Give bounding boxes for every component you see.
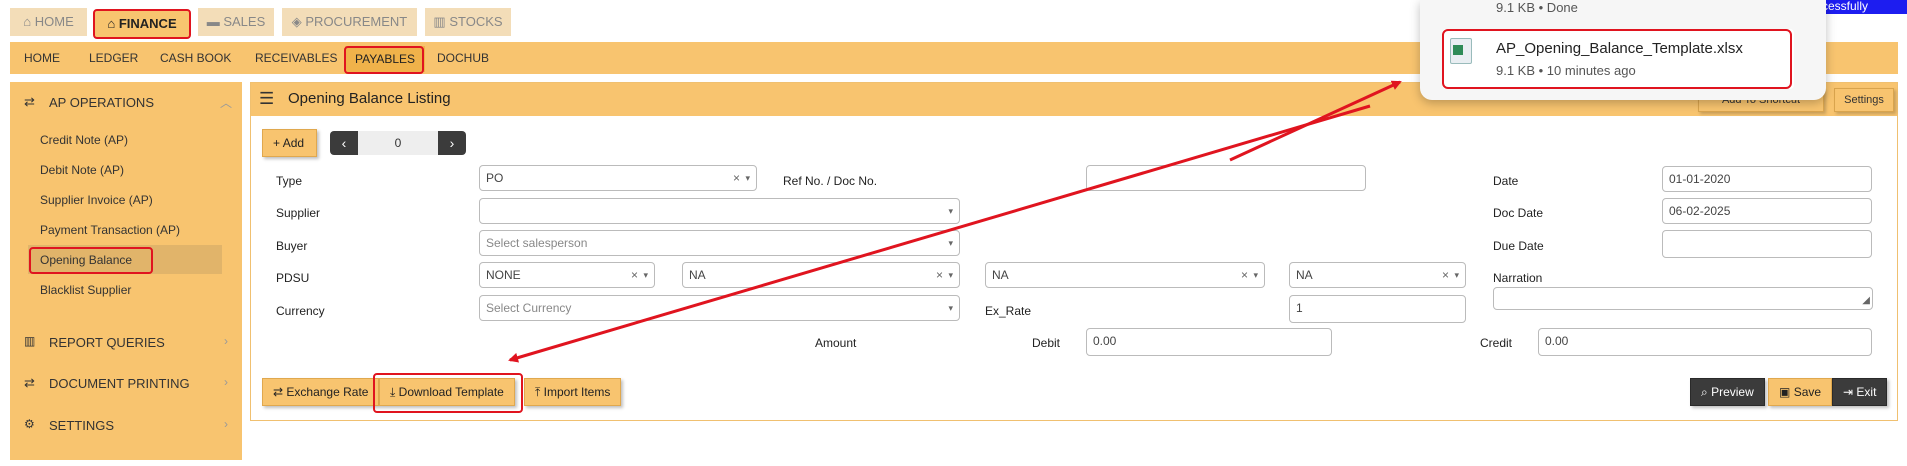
arrow-to-download-item xyxy=(1229,80,1402,162)
annotation-arrows xyxy=(508,80,1402,363)
arrow-to-download-button xyxy=(508,104,1371,363)
